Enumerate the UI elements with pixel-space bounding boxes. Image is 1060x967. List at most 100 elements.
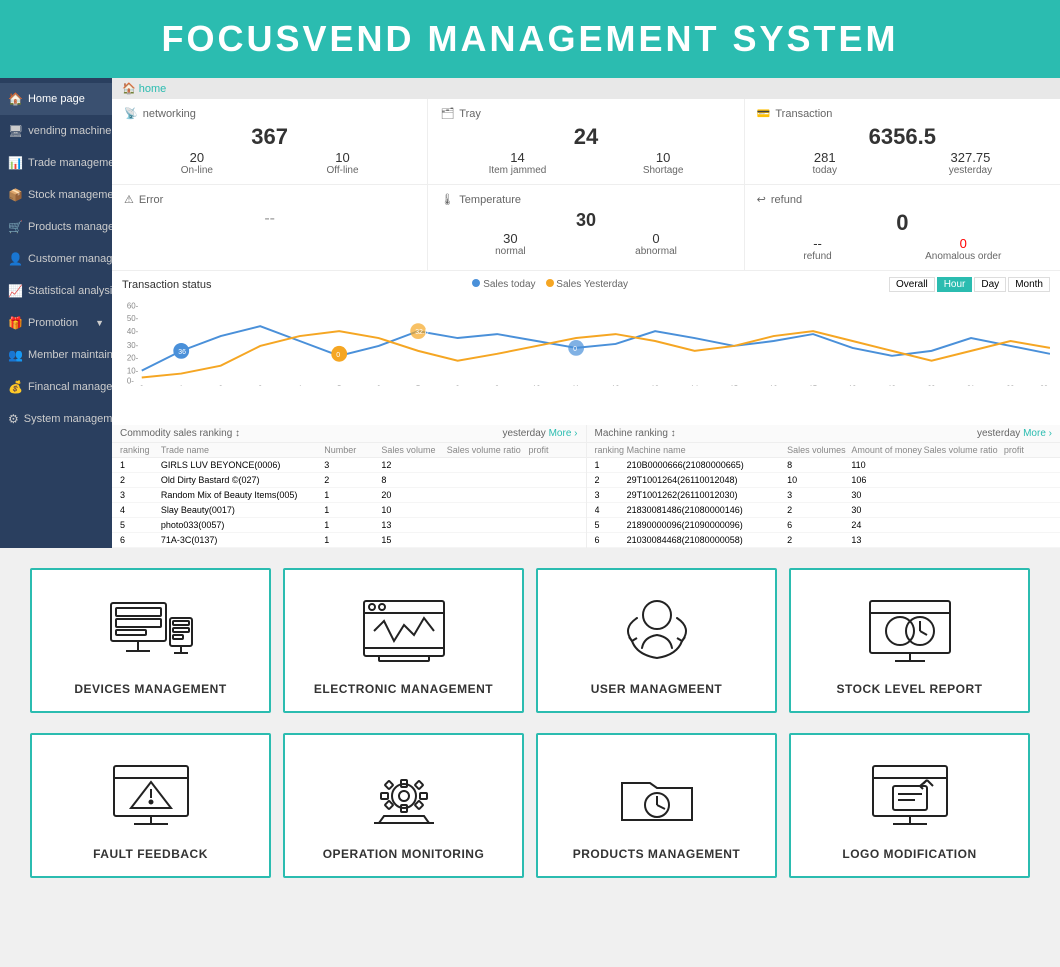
chart-legend: Sales today Sales Yesterday xyxy=(472,279,628,290)
svg-text:23: 23 xyxy=(1040,385,1048,386)
stat-refund: ↩refund 0 --refund 0Anomalous order xyxy=(745,185,1060,270)
vending-icon: 🖥 xyxy=(8,124,23,138)
svg-text:0: 0 xyxy=(573,346,577,353)
card-devices-label: DEVICES MANAGEMENT xyxy=(74,682,226,696)
card-fault[interactable]: FAULT FEEDBACK xyxy=(30,733,271,878)
card-user-label: USER MANAGMEENT xyxy=(591,682,723,696)
sidebar-item-home[interactable]: 🏠 Home page xyxy=(0,83,112,115)
stat-networking-main: 367 xyxy=(124,124,415,150)
stat-temperature: 🌡Temperature 30 30normal 0abnormal xyxy=(428,185,744,270)
operation-icon xyxy=(354,755,454,835)
chart-btn-hour[interactable]: Hour xyxy=(937,277,973,292)
card-stock[interactable]: STOCK LEVEL REPORT xyxy=(789,568,1030,713)
chart-btn-day[interactable]: Day xyxy=(974,277,1006,292)
svg-text:15: 15 xyxy=(730,385,738,386)
svg-text:22: 22 xyxy=(1007,385,1015,386)
stat-tray-main: 24 xyxy=(440,124,731,150)
sidebar-item-member[interactable]: 👥 Member maintain ▼ xyxy=(0,339,112,371)
sidebar-label-system: System management xyxy=(24,413,112,425)
yesterday-num: 327.75 xyxy=(949,150,992,165)
member-icon: 👥 xyxy=(8,348,23,362)
svg-text:36: 36 xyxy=(178,349,186,356)
card-user[interactable]: USER MANAGMEENT xyxy=(536,568,777,713)
card-operation[interactable]: OPERATION MONITORING xyxy=(283,733,524,878)
table-row: 2Old Dirty Bastard ©(027)28 xyxy=(112,473,586,488)
sidebar-label-finance: Financal management xyxy=(28,381,112,393)
stat-transaction-sub: 281today 327.75yesterday xyxy=(757,150,1048,176)
shortage-label: Shortage xyxy=(643,165,684,176)
home-icon: 🏠 xyxy=(8,92,23,106)
card-electronic-label: ELECTRONIC MANAGEMENT xyxy=(314,682,493,696)
customer-icon: 👤 xyxy=(8,252,23,266)
commodity-table-header: Commodity sales ranking ↕ yesterday More… xyxy=(112,425,586,443)
stat-error-title: ⚠Error xyxy=(124,193,415,206)
sidebar-item-promo[interactable]: 🎁 Promotion ▼ xyxy=(0,307,112,339)
today-label: today xyxy=(813,165,837,176)
stat-tray: 🗂Tray 24 14Item jammed 10Shortage xyxy=(428,99,744,184)
svg-text:9: 9 xyxy=(495,385,499,386)
refund-num: -- xyxy=(803,236,831,251)
fault-icon xyxy=(101,755,201,835)
machine-table: Machine ranking ↕ yesterday More › ranki… xyxy=(587,425,1060,548)
machine-more-link[interactable]: More › xyxy=(1023,428,1052,439)
sidebar-label-stats: Statistical analysis xyxy=(28,285,112,297)
chart-svg: 60- 50- 40- 30- 20- 10- 0- 36 0 32.8 0 xyxy=(122,296,1050,386)
card-electronic[interactable]: ELECTRONIC MANAGEMENT xyxy=(283,568,524,713)
svg-text:21: 21 xyxy=(967,385,975,386)
table-row: 671A-3C(0137)115 xyxy=(112,533,586,548)
svg-text:0: 0 xyxy=(336,352,340,359)
online-num: 20 xyxy=(181,150,213,165)
sidebar-item-finance[interactable]: 💰 Financal management xyxy=(0,371,112,403)
svg-text:20-: 20- xyxy=(127,354,139,363)
table-row: 1210B0000666(21080000665)8110 xyxy=(587,458,1060,473)
yesterday-label: yesterday xyxy=(949,165,992,176)
chart-btn-overall[interactable]: Overall xyxy=(889,277,935,292)
commodity-table: Commodity sales ranking ↕ yesterday More… xyxy=(112,425,587,548)
svg-text:60-: 60- xyxy=(127,301,139,310)
sidebar-label-trade: Trade management xyxy=(28,157,112,169)
breadcrumb-home[interactable]: 🏠 home xyxy=(122,83,166,95)
promo-icon: 🎁 xyxy=(8,316,23,330)
legend-today: Sales today xyxy=(472,279,535,290)
card-operation-label: OPERATION MONITORING xyxy=(323,847,485,861)
stock-report-icon xyxy=(860,590,960,670)
card-grid-row1: DEVICES MANAGEMENT ELECTRONIC MANAGEMENT xyxy=(0,548,1060,733)
card-products[interactable]: PRODUCTS MANAGEMENT xyxy=(536,733,777,878)
sidebar-item-vending[interactable]: 🖥 vending machine ▼ xyxy=(0,115,112,147)
svg-text:12: 12 xyxy=(612,385,620,386)
sidebar-item-stats[interactable]: 📈 Statistical analysis ▼ xyxy=(0,275,112,307)
sidebar-item-stock[interactable]: 📦 Stock management ▼ xyxy=(0,179,112,211)
svg-text:0-: 0- xyxy=(127,376,134,385)
commodity-more-link[interactable]: More › xyxy=(549,428,578,439)
table-row: 229T1001264(26110012048)10106 xyxy=(587,473,1060,488)
sidebar-label-stock: Stock management xyxy=(28,189,112,201)
sidebar-label-promo: Promotion xyxy=(28,317,78,329)
table-row: 4Slay Beauty(0017)110 xyxy=(112,503,586,518)
machine-table-header: Machine ranking ↕ yesterday More › xyxy=(587,425,1060,443)
shortage-num: 10 xyxy=(643,150,684,165)
svg-text:1: 1 xyxy=(179,385,183,386)
card-logo-label: LOGO MODIFICATION xyxy=(842,847,976,861)
svg-text:17: 17 xyxy=(809,385,817,386)
chart-area: Transaction status Sales today Sales Yes… xyxy=(112,271,1060,425)
card-devices[interactable]: DEVICES MANAGEMENT xyxy=(30,568,271,713)
stat-error: ⚠Error -- xyxy=(112,185,428,270)
stat-transaction-main: 6356.5 xyxy=(757,124,1048,150)
online-label: On-line xyxy=(181,165,213,176)
svg-text:8: 8 xyxy=(456,385,460,386)
card-fault-label: FAULT FEEDBACK xyxy=(93,847,208,861)
card-logo[interactable]: LOGO MODIFICATION xyxy=(789,733,1030,878)
sidebar-item-products[interactable]: 🛒 Products management xyxy=(0,211,112,243)
stat-temperature-main: 30 xyxy=(440,210,731,231)
sidebar-item-trade[interactable]: 📊 Trade management ▼ xyxy=(0,147,112,179)
svg-text:16: 16 xyxy=(770,385,778,386)
svg-text:50-: 50- xyxy=(127,314,139,323)
jammed-num: 14 xyxy=(489,150,547,165)
chart-controls: Overall Hour Day Month xyxy=(889,277,1050,292)
electronic-icon xyxy=(354,590,454,670)
products-icon-card xyxy=(607,755,707,835)
sidebar-item-system[interactable]: ⚙ System management xyxy=(0,403,112,435)
devices-icon xyxy=(101,590,201,670)
chart-btn-month[interactable]: Month xyxy=(1008,277,1050,292)
sidebar-item-customer[interactable]: 👤 Customer management xyxy=(0,243,112,275)
